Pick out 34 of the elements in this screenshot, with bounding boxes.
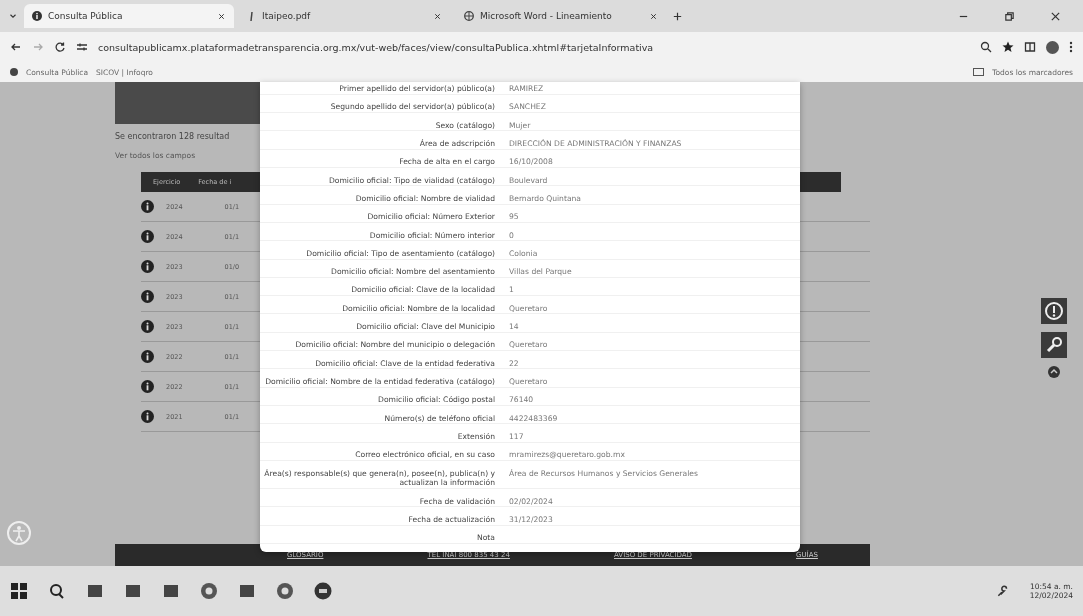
back-icon[interactable] [10,41,22,53]
app-icon[interactable] [238,582,256,600]
network-icon[interactable] [995,584,1010,598]
zoom-icon[interactable] [980,41,992,53]
browser-tab[interactable]: Consulta Pública [24,4,234,28]
tab-title: Microsoft Word - Lineamiento [480,11,613,21]
results-text: Se encontraron 128 resultad [115,132,231,141]
info-button[interactable] [1041,298,1067,324]
side-panel-icon[interactable] [1024,41,1036,53]
app-icon[interactable] [276,582,294,600]
reload-icon[interactable] [54,41,66,53]
search-icon[interactable] [48,582,66,600]
restore-icon[interactable] [1003,10,1015,22]
app-icon[interactable] [162,582,180,600]
close-icon[interactable] [649,11,658,21]
close-icon[interactable] [1049,10,1061,22]
new-tab-icon[interactable] [672,10,683,22]
star-icon[interactable] [1002,41,1014,53]
close-icon[interactable] [433,11,442,21]
tools-button[interactable] [1041,332,1067,358]
browser-tab[interactable]: Itaipeo.pdf [240,4,450,28]
tab-title: Itaipeo.pdf [262,11,312,21]
app-icon[interactable] [124,582,142,600]
menu-icon[interactable] [1069,41,1073,53]
tab-title: Consulta Pública [48,11,124,21]
app-icon[interactable] [200,582,218,600]
zoom-app-icon[interactable] [314,582,332,600]
site-settings-icon[interactable] [76,41,88,53]
windows-icon[interactable] [10,582,28,600]
browser-tab[interactable]: Microsoft Word - Lineamiento [456,4,666,28]
globe-icon [464,11,474,21]
avatar-icon[interactable] [1046,40,1059,54]
app-icon[interactable] [86,582,104,600]
close-icon[interactable] [217,11,226,21]
